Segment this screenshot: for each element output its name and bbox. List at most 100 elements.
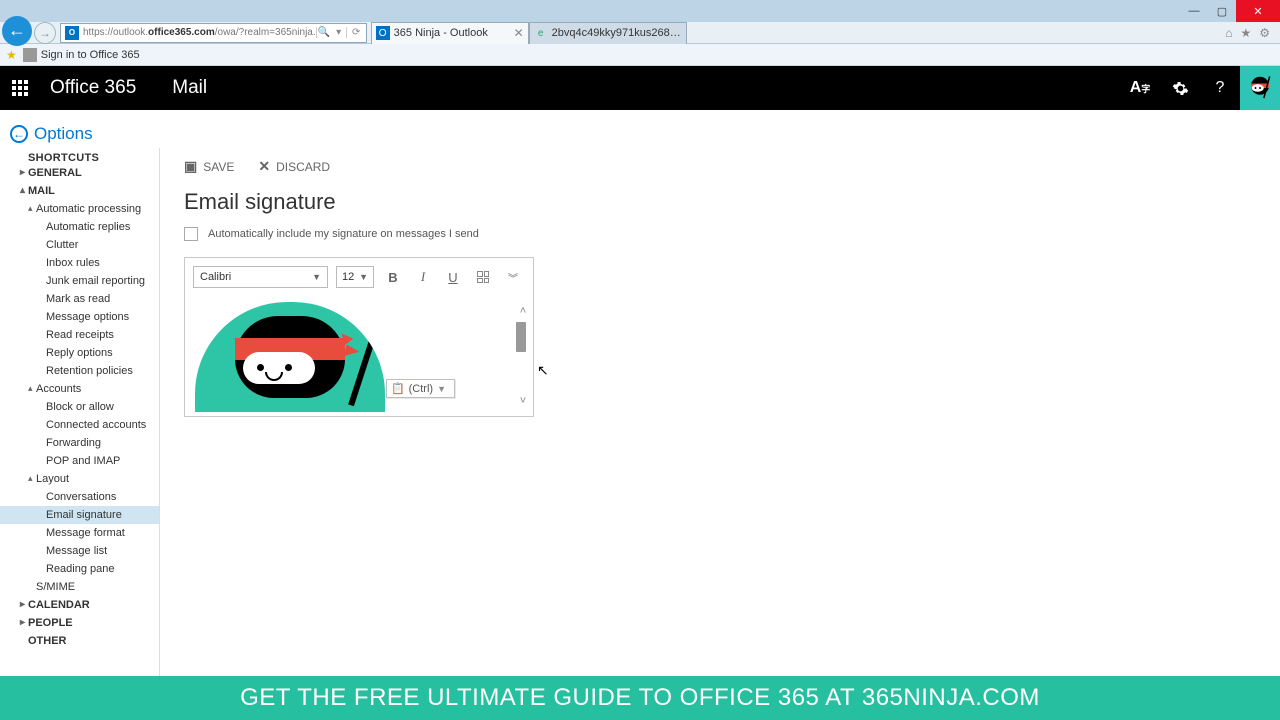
sidebar-section-people[interactable]: ▸PEOPLE bbox=[0, 614, 159, 632]
help-button[interactable]: ? bbox=[1200, 66, 1240, 110]
scroll-thumb[interactable] bbox=[516, 322, 526, 352]
tools-icon[interactable]: ⚙ bbox=[1259, 26, 1270, 40]
signature-content-area[interactable]: 📋 (Ctrl) ▼ ˄ ˅ bbox=[185, 296, 533, 416]
sidebar-item[interactable]: Message options bbox=[0, 308, 159, 326]
sidebar-section-calendar[interactable]: ▸CALENDAR bbox=[0, 596, 159, 614]
sidebar-group-automatic-processing[interactable]: ▴Automatic processing bbox=[0, 200, 159, 218]
sidebar-item[interactable]: Retention policies bbox=[0, 362, 159, 380]
avatar-ninja-icon bbox=[1245, 73, 1275, 103]
window-minimize[interactable]: — bbox=[1180, 0, 1208, 22]
brand-label[interactable]: Office 365 bbox=[40, 77, 156, 99]
tab-label: 2bvq4c49kky971kus268ni13.wp... bbox=[552, 27, 682, 39]
sidebar-group-layout[interactable]: ▴Layout bbox=[0, 470, 159, 488]
sidebar-item[interactable]: Read receipts bbox=[0, 326, 159, 344]
caret-right-icon: ▸ bbox=[20, 617, 25, 628]
sidebar-item[interactable]: Block or allow bbox=[0, 398, 159, 416]
options-back-row[interactable]: ← Options bbox=[0, 118, 1280, 150]
insert-table-button[interactable] bbox=[472, 266, 494, 288]
sidebar-section-other[interactable]: OTHER bbox=[0, 632, 159, 650]
back-arrow-icon: ← bbox=[10, 125, 28, 143]
browser-back-button[interactable]: ← bbox=[2, 16, 32, 46]
gear-icon bbox=[1172, 80, 1189, 97]
window-maximize[interactable]: ▢ bbox=[1208, 0, 1236, 22]
browser-right-controls: ⌂ ★ ⚙ bbox=[1225, 26, 1280, 40]
bookmark-label: Sign in to Office 365 bbox=[41, 49, 140, 61]
table-icon bbox=[477, 271, 489, 283]
more-formatting-button[interactable]: ︾ bbox=[502, 266, 524, 288]
sidebar-item[interactable]: POP and IMAP bbox=[0, 452, 159, 470]
sidebar-item[interactable]: Reading pane bbox=[0, 560, 159, 578]
editor-toolbar: Calibri ▼ 12 ▼ B I U ︾ bbox=[185, 258, 533, 296]
tab-label: 365 Ninja - Outlook bbox=[394, 27, 510, 39]
address-bar[interactable]: O https://outlook.office365.com/owa/?rea… bbox=[60, 23, 367, 43]
sidebar-item[interactable]: Reply options bbox=[0, 344, 159, 362]
auto-include-checkbox[interactable] bbox=[184, 227, 198, 241]
signature-editor: Calibri ▼ 12 ▼ B I U ︾ bbox=[184, 257, 534, 417]
bottom-banner: GET THE FREE ULTIMATE GUIDE TO OFFICE 36… bbox=[0, 676, 1280, 720]
tab-close-icon[interactable]: ✕ bbox=[514, 26, 524, 40]
sidebar-item[interactable]: Mark as read bbox=[0, 290, 159, 308]
app-launcher-button[interactable] bbox=[0, 66, 40, 110]
dropdown-icon: ▼ bbox=[312, 272, 321, 282]
sidebar-section-mail[interactable]: ▴MAIL bbox=[0, 182, 159, 200]
sidebar-group-accounts[interactable]: ▴Accounts bbox=[0, 380, 159, 398]
auto-include-label: Automatically include my signature on me… bbox=[208, 228, 479, 240]
refresh-button[interactable]: ⟳ bbox=[346, 27, 366, 38]
sidebar-shortcuts[interactable]: SHORTCUTS bbox=[0, 152, 159, 164]
scroll-down-icon[interactable]: ˅ bbox=[516, 394, 530, 408]
tab-favicon-icon: O bbox=[376, 26, 390, 40]
discard-button[interactable]: ✕ DISCARD bbox=[258, 158, 330, 175]
bookmark-item[interactable]: Sign in to Office 365 bbox=[23, 48, 140, 62]
window-close[interactable]: ✕ bbox=[1236, 0, 1280, 22]
save-button[interactable]: ▣ SAVE bbox=[184, 158, 234, 175]
font-size-value: 12 bbox=[342, 271, 354, 283]
browser-tab-inactive[interactable]: e 2bvq4c49kky971kus268ni13.wp... bbox=[529, 22, 687, 44]
save-label: SAVE bbox=[203, 160, 234, 174]
sidebar-item[interactable]: Message list bbox=[0, 542, 159, 560]
font-family-value: Calibri bbox=[200, 271, 231, 283]
search-icon[interactable]: 🔍 bbox=[316, 27, 332, 38]
sidebar-item[interactable]: Automatic replies bbox=[0, 218, 159, 236]
browser-tab-active[interactable]: O 365 Ninja - Outlook ✕ bbox=[371, 22, 529, 44]
content-body: SHORTCUTS ▸GENERAL ▴MAIL ▴Automatic proc… bbox=[0, 148, 1280, 720]
sidebar-item[interactable]: Forwarding bbox=[0, 434, 159, 452]
caret-down-icon: ▴ bbox=[20, 185, 25, 196]
underline-button[interactable]: U bbox=[442, 266, 464, 288]
editor-scrollbar[interactable]: ˄ ˅ bbox=[515, 304, 531, 408]
bookmark-favicon-icon bbox=[23, 48, 37, 62]
font-size-select[interactable]: 12 ▼ bbox=[336, 266, 374, 288]
sidebar-section-general[interactable]: ▸GENERAL bbox=[0, 164, 159, 182]
site-identity-icon: O bbox=[65, 26, 79, 40]
home-icon[interactable]: ⌂ bbox=[1225, 26, 1232, 40]
caret-down-icon: ▴ bbox=[28, 473, 33, 484]
bold-button[interactable]: B bbox=[382, 266, 404, 288]
dropdown-icon: ▼ bbox=[437, 384, 446, 394]
font-family-select[interactable]: Calibri ▼ bbox=[193, 266, 328, 288]
translate-button[interactable]: A字 bbox=[1120, 66, 1160, 110]
sidebar-item[interactable]: Clutter bbox=[0, 236, 159, 254]
favorites-icon[interactable]: ★ bbox=[1240, 26, 1251, 40]
sidebar-item[interactable]: Inbox rules bbox=[0, 254, 159, 272]
sidebar-item[interactable]: Conversations bbox=[0, 488, 159, 506]
sidebar-item[interactable]: Junk email reporting bbox=[0, 272, 159, 290]
caret-down-icon: ▴ bbox=[28, 383, 33, 394]
address-dropdown-icon[interactable]: ▾ bbox=[332, 27, 346, 38]
scroll-up-icon[interactable]: ˄ bbox=[516, 304, 530, 318]
page-title: Email signature bbox=[184, 189, 1256, 215]
sidebar-item[interactable]: Connected accounts bbox=[0, 416, 159, 434]
user-avatar[interactable] bbox=[1240, 66, 1280, 110]
action-bar: ▣ SAVE ✕ DISCARD bbox=[184, 158, 1256, 175]
options-label: Options bbox=[34, 124, 93, 144]
sidebar-item[interactable]: Message format bbox=[0, 524, 159, 542]
dropdown-icon: ▼ bbox=[359, 272, 368, 282]
browser-forward-button[interactable]: → bbox=[34, 22, 56, 44]
sidebar-item-smime[interactable]: S/MIME bbox=[0, 578, 159, 596]
italic-button[interactable]: I bbox=[412, 266, 434, 288]
browser-tabs: O 365 Ninja - Outlook ✕ e 2bvq4c49kky971… bbox=[371, 22, 687, 44]
settings-button[interactable] bbox=[1160, 66, 1200, 110]
main-panel: ▣ SAVE ✕ DISCARD Email signature Automat… bbox=[160, 148, 1280, 720]
app-name-label: Mail bbox=[156, 77, 223, 99]
favorites-star-icon[interactable]: ★ bbox=[6, 48, 17, 62]
sidebar-item-email-signature[interactable]: Email signature bbox=[0, 506, 159, 524]
paste-options-button[interactable]: 📋 (Ctrl) ▼ bbox=[386, 379, 455, 398]
